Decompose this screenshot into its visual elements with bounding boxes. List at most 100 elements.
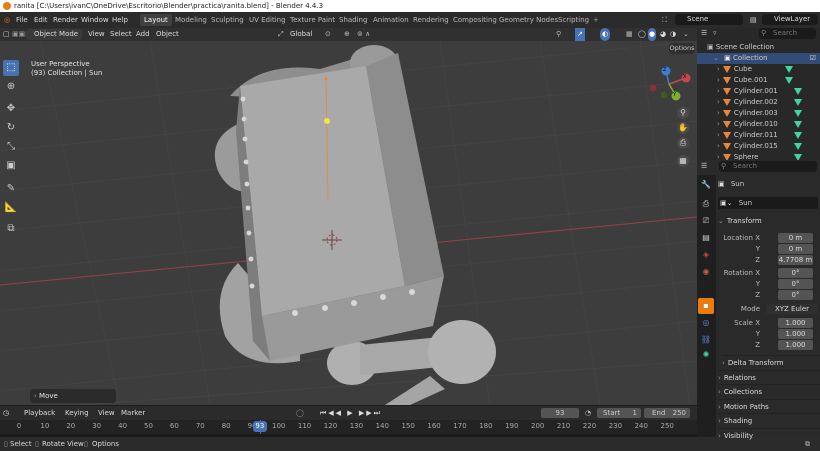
outliner-item[interactable]: › Cylinder.002 <box>697 97 820 108</box>
playback-controls[interactable]: ⏮◀◀ ▶ ▶▶⏭ <box>320 406 382 420</box>
tab-rendering[interactable]: Rendering <box>409 14 453 26</box>
world-props-icon[interactable]: ◉ <box>698 264 714 280</box>
chevron-right-icon[interactable]: › <box>717 142 720 150</box>
gizmo-toggle-icon[interactable]: ↗ <box>575 28 585 41</box>
chevron-right-icon[interactable]: › <box>717 76 720 84</box>
checkbox-icon[interactable]: ☑ <box>810 53 816 64</box>
current-frame-field[interactable]: 93 <box>541 408 579 418</box>
snap-icon[interactable]: ⊕ <box>344 28 350 41</box>
location-z-field[interactable]: 4.7708 m <box>778 255 813 265</box>
current-frame-badge[interactable]: 93 <box>252 421 267 432</box>
chevron-right-icon[interactable]: › <box>717 120 720 128</box>
navigation-gizmo[interactable] <box>649 66 691 101</box>
outliner-item[interactable]: › Cube <box>697 64 820 75</box>
timeline-menu-playback[interactable]: Playback <box>24 406 55 420</box>
tab-animation[interactable]: Animation <box>369 14 413 26</box>
outliner-scene-collection[interactable]: ▣ Scene Collection <box>697 42 820 53</box>
xray-toggle-icon[interactable]: ▦ <box>626 28 633 41</box>
zoom-icon[interactable]: ⚲ <box>677 107 689 119</box>
menu-edit[interactable]: Edit <box>34 12 48 28</box>
chevron-right-icon[interactable]: › <box>717 109 720 117</box>
location-x-field[interactable]: 0 m <box>778 233 813 243</box>
properties-section-header[interactable]: › Collections <box>718 384 820 398</box>
properties-editor-icon[interactable]: ☰ <box>701 162 707 170</box>
scale-x-field[interactable]: 1.000 <box>778 318 813 328</box>
menu-render[interactable]: Render <box>53 12 78 28</box>
outliner-collection[interactable]: ⌄ ▣ Collection ☑ <box>697 53 820 64</box>
properties-section-header[interactable]: › Shading <box>718 413 820 427</box>
rotation-z-field[interactable]: 0° <box>778 290 813 300</box>
scale-tool-icon[interactable]: ⤡ <box>3 139 19 155</box>
object-name-row[interactable]: ▣ Sun <box>718 178 818 190</box>
object-name-field[interactable]: ▣⌄ Sun <box>718 197 818 209</box>
frame-end-field[interactable]: End 250 <box>644 408 690 418</box>
outliner-item[interactable]: › Cylinder.003 <box>697 108 820 119</box>
proportional-edit-icon[interactable]: ⊚ ∧ <box>357 28 370 41</box>
outliner-item[interactable]: › Cylinder.015 <box>697 141 820 152</box>
properties-section-header[interactable]: › Delta Transform <box>722 355 820 369</box>
outliner-item[interactable]: › Cylinder.010 <box>697 119 820 130</box>
tab-sculpting[interactable]: Sculpting <box>207 14 248 26</box>
chevron-right-icon[interactable]: › <box>717 131 720 139</box>
output-props-icon[interactable]: ⎚ <box>698 213 714 229</box>
constraints-props-icon[interactable]: ⛓ <box>698 332 714 348</box>
record-icon[interactable]: ◯ <box>296 406 304 420</box>
visibility-icon[interactable]: ⚲ <box>556 28 561 41</box>
chevron-right-icon[interactable]: › <box>717 98 720 106</box>
physics-props-icon[interactable]: ◎ <box>698 315 714 331</box>
add-workspace-button[interactable]: + <box>589 14 603 26</box>
move-tool-icon[interactable]: ✥ <box>3 101 19 117</box>
menu-file[interactable]: File <box>16 12 28 28</box>
outliner-item[interactable]: › Cylinder.011 <box>697 130 820 141</box>
rotation-y-field[interactable]: 0° <box>778 279 813 289</box>
properties-section-header[interactable]: › Visibility <box>718 427 820 442</box>
viewport-menu-view[interactable]: View <box>88 28 105 41</box>
3d-viewport[interactable]: X Z Y User Perspective (93) Collection |… <box>0 41 697 405</box>
tool-props-icon[interactable]: 🔧 <box>698 177 714 193</box>
tab-compositing[interactable]: Compositing <box>449 14 501 26</box>
viewport-menu-add[interactable]: Add <box>136 28 150 41</box>
rendered-shading-icon[interactable]: ◑ <box>670 28 676 41</box>
rotation-mode-dropdown[interactable]: XYZ Euler <box>766 304 818 314</box>
viewport-menu-object[interactable]: Object <box>156 28 179 41</box>
object-props-icon[interactable]: ▪ <box>698 298 714 314</box>
select-box-icon[interactable]: ▢ <box>3 28 10 41</box>
location-y-field[interactable]: 0 m <box>778 244 813 254</box>
shading-options-icon[interactable]: ⌄ <box>683 28 689 41</box>
outliner-editor-icon[interactable]: ☰ <box>701 29 707 37</box>
blender-menu-icon[interactable]: ◎ <box>4 12 10 28</box>
transform-orientation-selector[interactable]: Global <box>290 28 312 41</box>
render-props-icon[interactable]: ⎙ <box>698 196 714 212</box>
properties-search-input[interactable]: Search <box>719 161 817 172</box>
transform-tool-icon[interactable]: ▣ <box>3 158 19 174</box>
mode-selector[interactable]: Object Mode <box>26 29 82 40</box>
tab-scripting[interactable]: Scripting <box>554 14 593 26</box>
timeline-editor-icon[interactable]: ◷ <box>3 406 9 420</box>
frame-start-field[interactable]: Start 1 <box>597 408 641 418</box>
solid-shading-icon[interactable]: ● <box>648 28 657 41</box>
measure-tool-icon[interactable]: 📐 <box>3 200 19 216</box>
scene-props-icon[interactable]: ◈ <box>698 247 714 263</box>
grid-view-icon[interactable]: ▦ <box>677 155 689 167</box>
add-cube-tool-icon[interactable]: ⧉ <box>3 221 19 237</box>
rotate-tool-icon[interactable]: ↻ <box>3 120 19 136</box>
tab-geometry-nodes[interactable]: Geometry Nodes <box>495 14 562 26</box>
tab-modeling[interactable]: Modeling <box>171 14 211 26</box>
transform-section-header[interactable]: ⌄ Transform <box>718 214 820 228</box>
tab-texture-paint[interactable]: Texture Paint <box>286 14 339 26</box>
timeline-menu-keying[interactable]: Keying <box>65 406 89 420</box>
outliner-item[interactable]: › Cylinder.001 <box>697 86 820 97</box>
outliner-filter-icon[interactable]: ▿ <box>713 29 717 37</box>
view-layer-props-icon[interactable]: ▤ <box>698 230 714 246</box>
scale-y-field[interactable]: 1.000 <box>778 329 813 339</box>
chevron-right-icon[interactable]: › <box>717 65 720 73</box>
pivot-icon[interactable]: ⊙ <box>325 28 331 41</box>
timeline-ruler[interactable]: 0102030405060708090100110120130140150160… <box>0 420 697 437</box>
select-tool-icon[interactable]: ⬚ <box>3 60 19 76</box>
last-operator-panel[interactable]: › Move <box>30 389 116 403</box>
outliner-item[interactable]: › Cube.001 <box>697 75 820 86</box>
pan-hand-icon[interactable]: ✋ <box>677 122 689 134</box>
annotate-tool-icon[interactable]: ✎ <box>3 181 19 197</box>
scene-selector[interactable]: Scene <box>675 14 743 25</box>
tab-shading[interactable]: Shading <box>335 14 371 26</box>
